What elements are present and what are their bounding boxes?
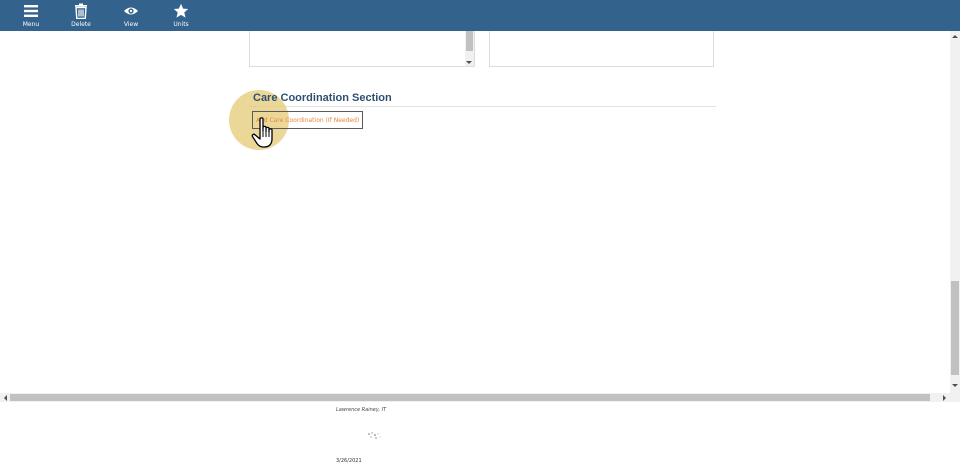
scroll-down-icon[interactable] [952, 384, 958, 387]
view-button[interactable]: View [106, 0, 156, 31]
chevron-down-icon[interactable] [466, 61, 472, 64]
section-divider [249, 106, 716, 107]
menu-label: Menu [22, 21, 40, 28]
logo-icon [368, 432, 381, 439]
menu-button[interactable]: Menu [6, 0, 56, 31]
section-title: Care Coordination Section [253, 92, 392, 104]
trash-icon [75, 3, 87, 19]
scroll-left-icon[interactable] [4, 395, 7, 401]
view-label: View [123, 21, 139, 28]
notes-textarea-left[interactable] [249, 31, 475, 67]
content-viewport: Care Coordination Section Add Care Coord… [0, 31, 960, 393]
scroll-right-icon[interactable] [943, 395, 946, 401]
top-toolbar: Menu Delete View Units [0, 0, 960, 31]
units-button[interactable]: Units [156, 0, 206, 31]
scroll-up-icon[interactable] [952, 35, 958, 38]
menu-icon [24, 5, 38, 17]
textarea-scrollbar-thumb[interactable] [466, 31, 473, 51]
units-label: Units [173, 21, 189, 28]
textarea-scrollbar[interactable] [465, 31, 474, 66]
horizontal-scrollbar-thumb[interactable] [10, 394, 930, 401]
footer-date: 3/26/2021 [336, 458, 362, 464]
notes-textarea-right[interactable] [489, 31, 714, 67]
horizontal-scrollbar[interactable] [0, 393, 960, 402]
delete-label: Delete [71, 21, 91, 28]
footer-author: Lawrence Rainey, IT [336, 407, 387, 413]
vertical-scrollbar-thumb[interactable] [951, 281, 959, 375]
eye-icon [124, 7, 138, 15]
vertical-scrollbar[interactable] [950, 31, 960, 393]
delete-button[interactable]: Delete [56, 0, 106, 31]
star-icon [173, 3, 189, 18]
hand-pointer-icon [251, 117, 273, 148]
